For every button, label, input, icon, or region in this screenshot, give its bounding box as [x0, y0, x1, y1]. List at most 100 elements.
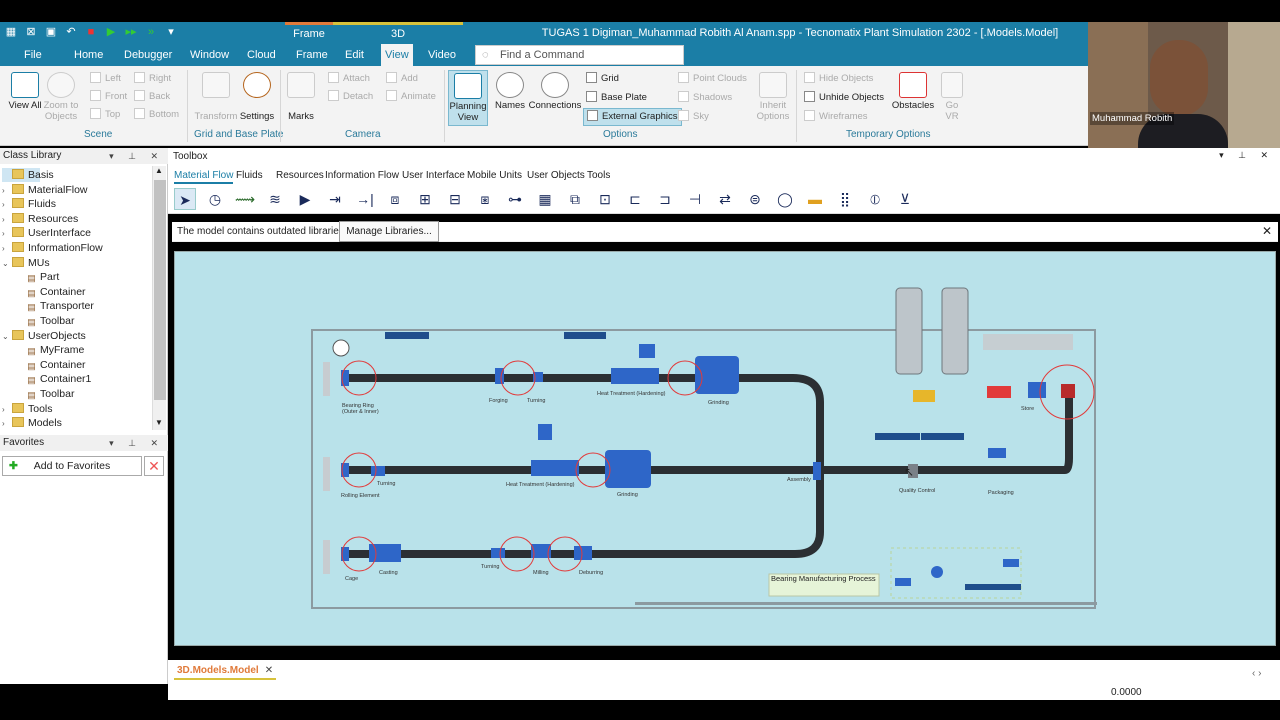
excel-icon[interactable]: ⊠	[24, 25, 38, 39]
unhide-objects-button[interactable]: Unhide Objects	[804, 89, 884, 107]
clock-icon[interactable]: ◯	[774, 188, 796, 210]
tree-item[interactable]: ▤ Container	[16, 285, 85, 299]
undo-icon[interactable]: ↶	[64, 25, 78, 39]
fluid-icon[interactable]: ⦶	[864, 188, 886, 210]
tree-item[interactable]: ▤ Toolbar	[16, 314, 74, 328]
hierarchy-icon[interactable]: ⊻	[894, 188, 916, 210]
tree-toggle-icon[interactable]: ⌄	[2, 257, 12, 271]
tree-toggle-icon[interactable]: ›	[2, 417, 12, 431]
tab-material-flow[interactable]: Material Flow	[174, 168, 234, 184]
scroll-down-icon[interactable]: ▼	[155, 418, 163, 427]
tree-item[interactable]: ▤ Container	[16, 358, 85, 372]
view-back-button[interactable]: Back	[134, 88, 170, 106]
tree-scrollbar[interactable]: ▲ ▼	[152, 166, 166, 430]
tree-item[interactable]: ▤ Container1	[16, 372, 91, 386]
tab-scroll-icon[interactable]: ‹ ›	[1252, 668, 1261, 679]
view-right-button[interactable]: Right	[134, 70, 171, 88]
turnplate-icon[interactable]: ⊜	[744, 188, 766, 210]
tree-item[interactable]: ▤ Transporter	[16, 299, 94, 313]
tree-item[interactable]: › MaterialFlow	[2, 183, 88, 197]
tree-item[interactable]: › InformationFlow	[2, 241, 103, 255]
view-all-button[interactable]: View All	[8, 72, 42, 111]
tree-item[interactable]: › Fluids	[2, 197, 56, 211]
parallel-proc-icon[interactable]: ⧈	[384, 188, 406, 210]
menu-frame[interactable]: Frame	[296, 44, 328, 66]
turntable-icon[interactable]: ⊣	[684, 188, 706, 210]
view-left-button[interactable]: Left	[90, 70, 121, 88]
obstacles-button[interactable]: Obstacles	[890, 72, 936, 111]
sorter-icon[interactable]: ⊡	[594, 188, 616, 210]
model-canvas[interactable]: Bearing Ring (Outer & Inner) Forging Tur…	[174, 251, 1276, 646]
shift-calendar-icon[interactable]: ⧆	[474, 188, 496, 210]
tree-item[interactable]: ⌄ UserObjects	[2, 329, 86, 343]
source-icon[interactable]: ▶	[294, 188, 316, 210]
cycle-icon[interactable]: ⊶	[504, 188, 526, 210]
transporter-icon[interactable]: ▬	[804, 188, 826, 210]
event-controller-icon[interactable]: ◷	[204, 188, 226, 210]
buffer-icon[interactable]: ⧉	[564, 188, 586, 210]
wireframes-button[interactable]: Wireframes	[804, 108, 868, 126]
names-button[interactable]: Names	[492, 72, 528, 111]
external-graphics-toggle[interactable]: External Graphics	[583, 108, 682, 126]
inherit-options-button[interactable]: Inherit Options	[754, 72, 792, 122]
tree-item[interactable]: ▤ Part	[16, 270, 59, 284]
tree-item[interactable]: Basis	[2, 168, 54, 182]
point-clouds-toggle[interactable]: Point Clouds	[678, 70, 747, 88]
converter-icon[interactable]: ⇄	[714, 188, 736, 210]
connector-icon[interactable]: ⟿	[234, 188, 256, 210]
tree-toggle-icon[interactable]: ›	[2, 213, 12, 227]
hide-objects-button[interactable]: Hide Objects	[804, 70, 873, 88]
close-notice-icon[interactable]: ✕	[1262, 224, 1272, 238]
fast-forward-icon[interactable]: »	[144, 25, 158, 39]
tree-item[interactable]: › Models	[2, 416, 62, 430]
add-camera-button[interactable]: Add	[386, 70, 418, 88]
store-icon[interactable]: ▦	[534, 188, 556, 210]
dismantle-station-icon[interactable]: ⊟	[444, 188, 466, 210]
tree-toggle-icon[interactable]: ›	[2, 184, 12, 198]
tree-item[interactable]: › Resources	[2, 212, 78, 226]
menu-debugger[interactable]: Debugger	[124, 44, 172, 66]
settings-button[interactable]: Settings	[238, 72, 276, 122]
pointer-icon[interactable]: ➤	[174, 188, 196, 210]
save-icon[interactable]: ▣	[44, 25, 58, 39]
tab-fluids[interactable]: Fluids	[236, 168, 263, 184]
scrollbar-thumb[interactable]	[154, 180, 166, 400]
dropdown-icon[interactable]: ▾	[164, 25, 178, 39]
close-tab-icon[interactable]: ✕	[265, 665, 273, 676]
grid-object-icon[interactable]: ⣿	[834, 188, 856, 210]
tree-toggle-icon[interactable]: ⌄	[2, 330, 12, 344]
assembly-station-icon[interactable]: ⊞	[414, 188, 436, 210]
marks-button[interactable]: Marks	[286, 72, 316, 122]
tree-item[interactable]: ▤ Toolbar	[16, 387, 74, 401]
menu-view[interactable]: View	[381, 44, 413, 66]
transform-button[interactable]: Transform	[193, 72, 239, 122]
doc-tab-model[interactable]: 3D.Models.Model ✕	[174, 665, 277, 680]
zoom-to-objects-button[interactable]: Zoom to Objects	[42, 72, 80, 122]
sky-toggle[interactable]: Sky	[678, 108, 709, 126]
panel-controls[interactable]: ▾ ⊥ ✕	[109, 148, 164, 164]
tree-item[interactable]: ▤ MyFrame	[16, 343, 84, 357]
menu-edit[interactable]: Edit	[345, 44, 364, 66]
menu-home[interactable]: Home	[74, 44, 103, 66]
tab-user-interface[interactable]: User Interface	[402, 168, 465, 184]
animate-button[interactable]: Animate	[386, 88, 436, 106]
step-icon[interactable]: ▸▸	[124, 25, 138, 39]
track-icon[interactable]: ⊐	[654, 188, 676, 210]
menu-window[interactable]: Window	[190, 44, 229, 66]
play-icon[interactable]: ▶	[104, 25, 118, 39]
connections-button[interactable]: Connections	[528, 72, 582, 111]
tree-toggle-icon[interactable]: ›	[2, 198, 12, 212]
tab-tools[interactable]: Tools	[587, 168, 610, 184]
tab-information-flow[interactable]: Information Flow	[325, 168, 399, 184]
base-plate-toggle[interactable]: Base Plate	[586, 89, 647, 107]
tree-item[interactable]: › UserInterface	[2, 226, 91, 240]
scroll-up-icon[interactable]: ▲	[155, 166, 163, 175]
menu-video[interactable]: Video	[428, 44, 456, 66]
menu-file[interactable]: File	[24, 44, 42, 66]
tree-toggle-icon[interactable]: ›	[2, 403, 12, 417]
view-front-button[interactable]: Front	[90, 88, 127, 106]
tab-user-objects[interactable]: User Objects	[527, 168, 585, 184]
go-vr-button[interactable]: Go VR	[938, 72, 966, 122]
find-command-input[interactable]: ◌ Find a Command	[475, 45, 684, 65]
manage-libraries-button[interactable]: Manage Libraries...	[339, 221, 439, 242]
